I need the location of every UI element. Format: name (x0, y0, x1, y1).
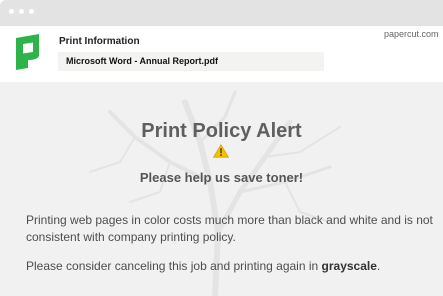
recommendation-text: Please consider canceling this job and p… (26, 259, 322, 273)
window-controls (9, 9, 34, 14)
recommendation-paragraph: Please consider canceling this job and p… (26, 258, 436, 275)
alert-subheading: Please help us save toner! (139, 170, 304, 185)
policy-paragraph: Printing web pages in color costs much m… (26, 213, 433, 244)
warning-triangle-icon (213, 144, 229, 158)
document-name: Microsoft Word - Annual Report.pdf (66, 56, 218, 66)
window-dot-icon[interactable] (19, 9, 24, 14)
window-dot-icon[interactable] (9, 9, 14, 14)
domain-label: papercut.com (384, 29, 439, 39)
print-information-label: Print Information (59, 36, 140, 47)
recommendation-end: . (376, 259, 381, 273)
window-titlebar[interactable] (0, 0, 443, 26)
alert-heading: Print Policy Alert (141, 120, 302, 142)
window-dot-icon[interactable] (29, 9, 34, 14)
print-info-header: Print Information papercut.com Microsoft… (0, 26, 443, 82)
document-name-box: Microsoft Word - Annual Report.pdf (58, 52, 324, 71)
alert-content: Print Policy Alert Please help us save t… (0, 82, 443, 296)
grayscale-emphasis: grayscale (321, 259, 377, 273)
papercut-logo-icon (16, 34, 39, 70)
print-popup-window: Print Information papercut.com Microsoft… (0, 0, 443, 296)
